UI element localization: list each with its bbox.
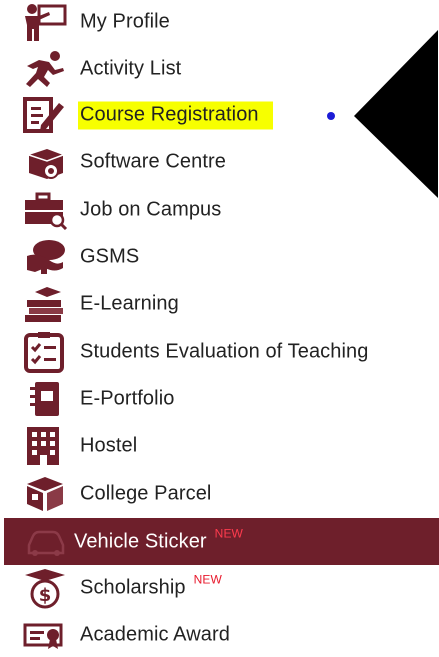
menu-item-label: E-Learning bbox=[80, 292, 179, 315]
certificate-icon bbox=[20, 615, 70, 655]
car-icon bbox=[20, 522, 70, 562]
menu-item-label: Job on Campus bbox=[80, 198, 222, 221]
menu-item-label: Course Registration bbox=[78, 101, 273, 130]
new-badge: NEW bbox=[193, 572, 222, 587]
menu-item-label: Academic Award bbox=[80, 623, 230, 646]
menu-item-label: Software Centre bbox=[80, 150, 227, 173]
new-badge: NEW bbox=[214, 526, 243, 540]
menu-item-label: Activity List bbox=[80, 57, 182, 80]
menu-item-label: GSMS bbox=[80, 245, 140, 268]
pointer-arrow-icon bbox=[354, 30, 438, 198]
menu-item-scholarship[interactable]: $ Scholarship NEW bbox=[0, 566, 439, 610]
menu-item-label: My Profile bbox=[80, 10, 170, 33]
running-person-icon bbox=[20, 49, 70, 89]
menu-item-label: E-Portfolio bbox=[80, 387, 175, 410]
menu-item-hostel[interactable]: Hostel bbox=[0, 424, 439, 468]
scholarship-label: Scholarship bbox=[80, 576, 186, 599]
menu-item-label: College Parcel bbox=[80, 482, 212, 505]
svg-text:$: $ bbox=[39, 585, 52, 606]
scholarship-dollar-icon: $ bbox=[20, 568, 70, 609]
teacher-board-icon bbox=[20, 2, 70, 42]
briefcase-search-icon bbox=[20, 190, 70, 230]
menu-item-gsms[interactable]: GSMS bbox=[0, 235, 439, 279]
books-graduation-icon bbox=[20, 284, 70, 324]
notebook-icon bbox=[20, 379, 70, 419]
software-box-icon bbox=[20, 142, 70, 182]
indicator-dot bbox=[327, 112, 335, 120]
menu-item-students-evaluation[interactable]: Students Evaluation of Teaching bbox=[0, 330, 439, 374]
checklist-icon bbox=[20, 332, 70, 373]
hand-coin-icon bbox=[20, 237, 70, 277]
menu-item-vehicle-sticker[interactable]: Vehicle Sticker NEW bbox=[4, 518, 439, 565]
menu-item-label: Scholarship NEW bbox=[80, 573, 222, 600]
form-pencil-icon bbox=[20, 95, 70, 135]
parcel-box-icon bbox=[20, 474, 70, 514]
vehicle-sticker-label: Vehicle Sticker bbox=[74, 530, 207, 552]
building-icon bbox=[20, 426, 70, 466]
menu-item-academic-award[interactable]: Academic Award bbox=[0, 613, 439, 657]
menu-item-label: Hostel bbox=[80, 434, 138, 457]
menu-item-e-portfolio[interactable]: E-Portfolio bbox=[0, 377, 439, 421]
menu-item-e-learning[interactable]: E-Learning bbox=[0, 282, 439, 326]
menu-item-label: Students Evaluation of Teaching bbox=[80, 340, 369, 363]
label-highlight: Course Registration bbox=[78, 101, 273, 130]
menu-item-label: Vehicle Sticker NEW bbox=[74, 526, 243, 553]
menu-item-college-parcel[interactable]: College Parcel bbox=[0, 472, 439, 516]
